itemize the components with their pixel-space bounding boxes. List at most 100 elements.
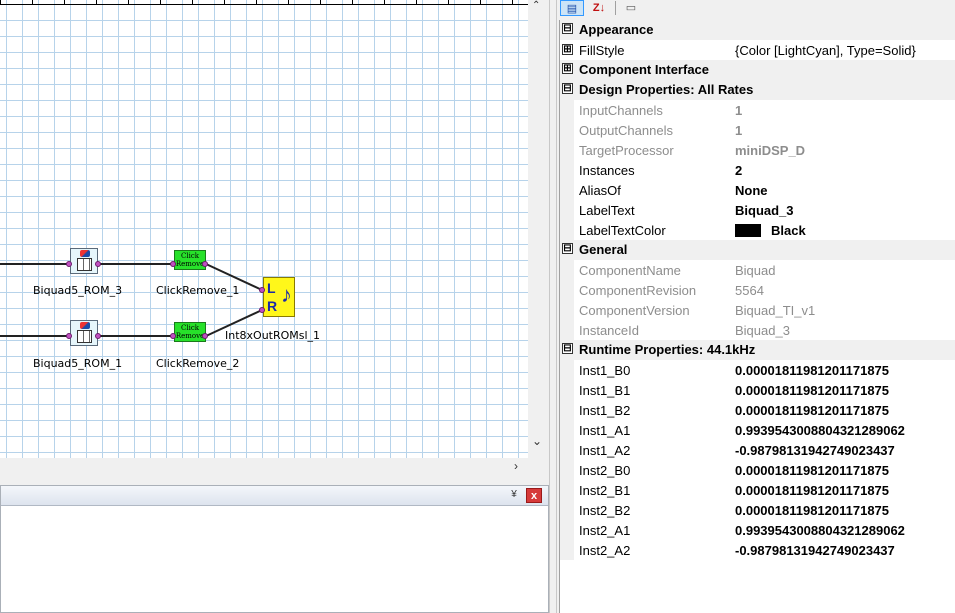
category-runtime-properties[interactable]: ⊟ Runtime Properties: 44.1kHz [560, 340, 955, 360]
property-row-inst1-b2[interactable]: Inst1_B2 0.00001811981201171875 [560, 400, 955, 420]
expand-icon[interactable]: ⊞ [562, 44, 573, 55]
music-note-icon: ♪ [281, 282, 292, 307]
clickremove-2-block[interactable]: Click Remove [174, 322, 206, 342]
property-row-inst2-a2[interactable]: Inst2_A2 -0.98798131942749023437 [560, 540, 955, 560]
property-name: Inst2_B2 [579, 503, 631, 518]
chevron-up-icon[interactable]: ⌃ [532, 0, 540, 11]
property-row-inst1-b0[interactable]: Inst1_B0 0.00001811981201171875 [560, 360, 955, 380]
category-component-interface[interactable]: ⊞ Component Interface [560, 60, 955, 80]
property-value[interactable]: 0.9939543008804321289062 [735, 523, 905, 538]
categorized-icon[interactable]: ▤ [560, 0, 584, 16]
property-row-outputchannels[interactable]: OutputChannels 1 [560, 120, 955, 140]
category-appearance[interactable]: ⊟ Appearance [560, 20, 955, 40]
panel-splitter[interactable] [549, 0, 557, 613]
property-row-inst2-b2[interactable]: Inst2_B2 0.00001811981201171875 [560, 500, 955, 520]
property-row-labeltext[interactable]: LabelText Biquad_3 [560, 200, 955, 220]
input-port[interactable] [66, 261, 72, 267]
property-row-componentname[interactable]: ComponentName Biquad [560, 260, 955, 280]
chevron-right-icon[interactable]: › [508, 458, 524, 474]
property-row-instances[interactable]: Instances 2 [560, 160, 955, 180]
output-port[interactable] [95, 333, 101, 339]
property-name: Inst1_B2 [579, 403, 631, 418]
property-value[interactable]: 0.00001811981201171875 [735, 503, 889, 518]
clickremove-1-block[interactable]: Click Remove [174, 250, 206, 270]
property-value[interactable]: 0.00001811981201171875 [735, 463, 889, 478]
biquad-grid-icon [77, 258, 92, 271]
color-swatch [735, 224, 761, 237]
wires [0, 263, 263, 337]
output-port[interactable] [202, 333, 208, 339]
property-row-componentversion[interactable]: ComponentVersion Biquad_TI_v1 [560, 300, 955, 320]
category-label: Runtime Properties: 44.1kHz [579, 342, 756, 357]
property-value[interactable]: 2 [735, 163, 742, 178]
input-port[interactable] [170, 333, 176, 339]
property-row-instanceid[interactable]: InstanceId Biquad_3 [560, 320, 955, 340]
horizontal-scrollbar[interactable]: › [0, 458, 548, 474]
property-name: InstanceId [579, 323, 639, 338]
category-label: Design Properties: All Rates [579, 82, 754, 97]
property-name: Inst2_A1 [579, 523, 631, 538]
property-name: OutputChannels [579, 123, 673, 138]
collapse-icon[interactable]: ⊟ [562, 83, 573, 94]
property-row-fillstyle[interactable]: ⊞ FillStyle {Color [LightCyan], Type=Sol… [560, 40, 955, 60]
property-row-inst2-a1[interactable]: Inst2_A1 0.9939543008804321289062 [560, 520, 955, 540]
property-row-inst1-a2[interactable]: Inst1_A2 -0.98798131942749023437 [560, 440, 955, 460]
alphabetical-button[interactable]: Z↓ [587, 0, 611, 16]
collapse-icon[interactable]: ⊟ [562, 243, 573, 254]
design-canvas[interactable]: Biquad5_ROM_3 Click Remove ClickRemove_1… [0, 0, 528, 458]
property-value[interactable]: 0.00001811981201171875 [735, 383, 889, 398]
property-row-aliasof[interactable]: AliasOf None [560, 180, 955, 200]
category-general[interactable]: ⊟ General [560, 240, 955, 260]
chevron-double-down-icon[interactable]: ¥ [507, 488, 521, 502]
property-name: Inst2_A2 [579, 543, 631, 558]
property-value: Biquad_3 [735, 323, 790, 338]
biquad5-rom-3-block[interactable] [70, 248, 98, 274]
property-name: AliasOf [579, 183, 621, 198]
property-row-componentrevision[interactable]: ComponentRevision 5564 [560, 280, 955, 300]
property-value[interactable]: 0.00001811981201171875 [735, 363, 889, 378]
biquad-icon [80, 250, 90, 257]
chevron-down-icon[interactable]: ⌄ [530, 434, 544, 448]
properties-panel: ▤ Z↓ ▭ ⊟ Appearance ⊞ FillStyle {Color [… [557, 0, 955, 613]
close-button[interactable]: x [526, 488, 542, 503]
property-value[interactable]: Black [735, 223, 806, 238]
panel-header: ¥ x [1, 486, 548, 506]
output-port[interactable] [95, 261, 101, 267]
input-port[interactable] [170, 261, 176, 267]
property-row-inst1-b1[interactable]: Inst1_B1 0.00001811981201171875 [560, 380, 955, 400]
property-row-labeltextcolor[interactable]: LabelTextColor Black [560, 220, 955, 240]
property-name: Instances [579, 163, 635, 178]
category-design-properties[interactable]: ⊟ Design Properties: All Rates [560, 80, 955, 100]
property-value[interactable]: 0.00001811981201171875 [735, 403, 889, 418]
collapse-icon[interactable]: ⊟ [562, 343, 573, 354]
expand-icon[interactable]: ⊞ [562, 63, 573, 74]
property-row-targetprocessor[interactable]: TargetProcessor miniDSP_D [560, 140, 955, 160]
property-row-inst1-a1[interactable]: Inst1_A1 0.9939543008804321289062 [560, 420, 955, 440]
biquad-grid-icon [77, 330, 92, 343]
int8xoutromsl-1-block[interactable]: L R ♪ [263, 277, 295, 317]
input-port[interactable] [259, 307, 265, 313]
biquad5-rom-1-block[interactable] [70, 320, 98, 346]
property-value[interactable]: {Color [LightCyan], Type=Solid} [735, 43, 916, 58]
property-row-inst2-b1[interactable]: Inst2_B1 0.00001811981201171875 [560, 480, 955, 500]
property-name: ComponentVersion [579, 303, 690, 318]
input-port[interactable] [66, 333, 72, 339]
collapse-icon[interactable]: ⊟ [562, 23, 573, 34]
property-value[interactable]: 0.00001811981201171875 [735, 483, 889, 498]
left-channel-glyph: L [267, 280, 276, 296]
property-name: Inst1_B1 [579, 383, 631, 398]
biquad-icon [80, 322, 90, 329]
output-port[interactable] [202, 261, 208, 267]
property-value[interactable]: Biquad_3 [735, 203, 794, 218]
property-row-inst2-b0[interactable]: Inst2_B0 0.00001811981201171875 [560, 460, 955, 480]
property-pages-icon[interactable]: ▭ [621, 0, 641, 16]
block-label: Biquad5_ROM_1 [33, 357, 123, 370]
property-value: Biquad [735, 263, 776, 278]
input-port[interactable] [259, 287, 265, 293]
property-value[interactable]: None [735, 183, 768, 198]
property-name: Inst1_A2 [579, 443, 631, 458]
property-value[interactable]: 0.9939543008804321289062 [735, 423, 905, 438]
property-value[interactable]: -0.98798131942749023437 [735, 543, 895, 558]
property-value[interactable]: -0.98798131942749023437 [735, 443, 895, 458]
property-row-inputchannels[interactable]: InputChannels 1 [560, 100, 955, 120]
